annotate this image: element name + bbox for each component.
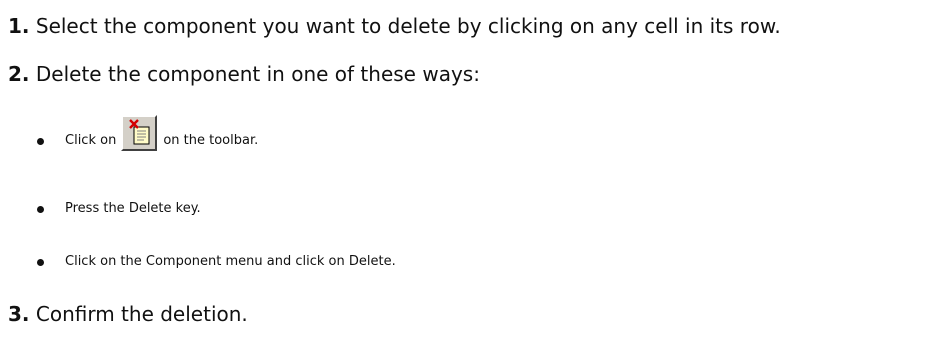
bullet-delete-key: Press the Delete key. [37,200,201,218]
step-2: 2. Delete the component in one of these … [8,61,480,87]
bullet-toolbar-text-before: Click on [65,133,117,148]
step-2-text: Delete the component in one of these way… [35,62,480,86]
bullet-component-menu-text: Click on the Component menu and click on… [65,254,396,269]
step-1-text: Select the component you want to delete … [35,14,781,38]
bullet-dot [37,137,44,145]
bullet-dot [37,205,44,213]
step-2-number: 2. [8,62,30,86]
step-3: 3. Confirm the deletion. [8,301,248,327]
delete-component-icon [121,115,158,151]
bullet-toolbar-text-after: on the toolbar. [163,133,259,148]
step-3-number: 3. [8,302,30,326]
bullet-delete-key-text: Press the Delete key. [65,201,201,216]
step-1-number: 1. [8,14,30,38]
step-1: 1. Select the component you want to dele… [8,13,781,39]
bullet-component-menu: Click on the Component menu and click on… [37,253,396,271]
step-3-text: Confirm the deletion. [35,302,248,326]
bullet-dot [37,258,44,266]
bullet-toolbar: Click on on the toolbar. [37,115,259,159]
